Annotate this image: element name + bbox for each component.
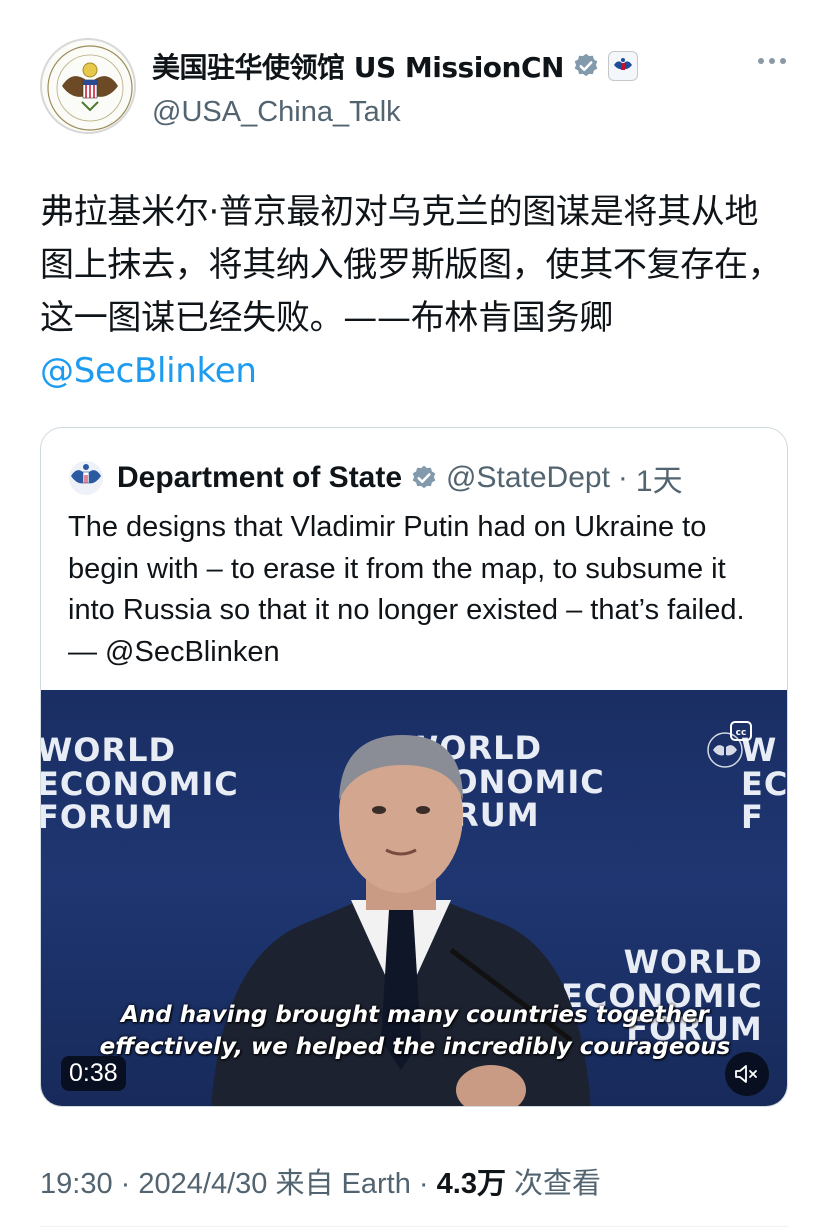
closed-captions-icon[interactable]: cc xyxy=(705,720,753,770)
tweet-date: 2024/4/30 xyxy=(138,1168,268,1200)
video-player[interactable]: WORLD ECONOMIC FORUM WORLD ECONOMIC FORU… xyxy=(41,690,787,1106)
author-names: 美国驻华使领馆 US MissionCN @USA_China_Talk xyxy=(152,46,638,129)
tweet-time: 19:30 xyxy=(40,1168,113,1200)
meta-dot-2: · xyxy=(418,1168,429,1200)
mention-link[interactable]: @SecBlinken xyxy=(40,351,257,391)
views-label: 次查看 xyxy=(514,1168,602,1200)
quoted-time[interactable]: 1天 xyxy=(636,456,683,500)
tweet-text: 弗拉基米尔·普京最初对乌克兰的图谋是将其从地图上抹去，将其纳入俄罗斯版图，使其不… xyxy=(40,186,790,398)
divider xyxy=(40,1226,788,1227)
quoted-display-name[interactable]: Department of State xyxy=(117,461,402,495)
display-name-row: 美国驻华使领馆 US MissionCN xyxy=(152,46,638,86)
quoted-text: The designs that Vladimir Putin had on U… xyxy=(68,511,745,668)
tweet-header: 美国驻华使领馆 US MissionCN @USA_China_Talk xyxy=(40,38,800,138)
video-subtitle-line-1: And having brought many countries togeth… xyxy=(121,1002,709,1028)
video-duration: 0:38 xyxy=(61,1056,126,1091)
tweet-body: 弗拉基米尔·普京最初对乌克兰的图谋是将其从地图上抹去，将其纳入俄罗斯版图，使其不… xyxy=(40,192,782,338)
state-dept-seal-icon xyxy=(69,461,103,495)
great-seal-icon xyxy=(47,45,133,131)
source-prefix: 来自 xyxy=(275,1168,334,1200)
tweet-source: Earth xyxy=(341,1168,411,1200)
avatar[interactable] xyxy=(40,38,136,134)
display-name[interactable]: 美国驻华使领馆 US MissionCN xyxy=(152,46,564,86)
government-seal-icon[interactable] xyxy=(607,51,638,81)
quoted-handle[interactable]: @StateDept xyxy=(446,461,610,495)
svg-text:cc: cc xyxy=(736,728,747,738)
view-count[interactable]: 4.3万 xyxy=(437,1168,506,1200)
verified-badge-icon[interactable] xyxy=(572,52,600,80)
mute-icon xyxy=(735,1065,757,1083)
separator-dot: · xyxy=(617,461,628,494)
tweet-meta: 19:30 · 2024/4/30 来自 Earth · 4.3万 次查看 xyxy=(40,1160,601,1202)
meta-dot: · xyxy=(120,1168,131,1200)
quoted-tweet[interactable]: Department of State @StateDept · 1天 The … xyxy=(40,427,788,1107)
author-handle[interactable]: @USA_China_Talk xyxy=(152,96,638,129)
quoted-header: Department of State @StateDept · 1天 xyxy=(67,456,683,500)
verified-badge-icon[interactable] xyxy=(410,464,438,492)
video-subtitle-line-2: effectively, we helped the incredibly co… xyxy=(99,1034,731,1060)
more-dots-icon[interactable] xyxy=(758,58,786,64)
mute-button[interactable] xyxy=(725,1052,769,1096)
